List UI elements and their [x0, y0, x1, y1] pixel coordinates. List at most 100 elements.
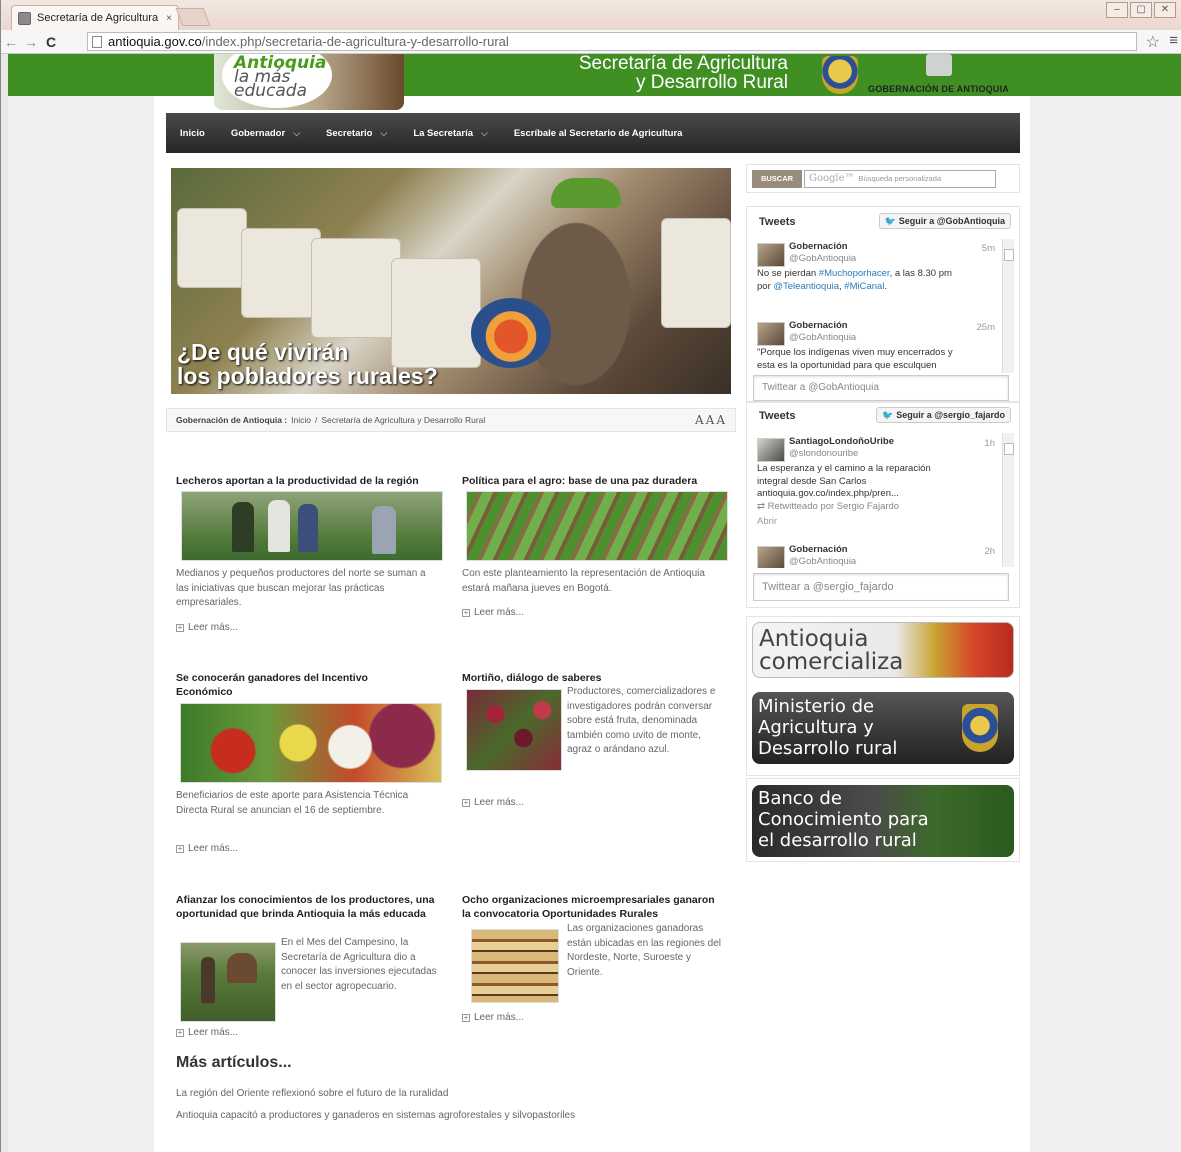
tweet-item[interactable]: Gobernación @GobAntioquia 5m No se pierd… [757, 241, 995, 311]
article-image[interactable] [466, 491, 728, 561]
article-image[interactable] [471, 929, 559, 1003]
logo-text: Antioquia la más educada [234, 55, 326, 101]
hero-caption: ¿De qué vivirán los pobladores rurales? [177, 340, 438, 388]
tweet-link[interactable]: antioquia.gov.co/index.php/pren... [757, 488, 995, 501]
reload-button[interactable]: C [41, 34, 61, 50]
tweet-compose-field[interactable]: Twittear a @GobAntioquia [753, 375, 1009, 401]
antioquia-logo[interactable]: Antioquia la más educada [214, 54, 404, 110]
article-title[interactable]: Se conocerán ganadores del Incentivo Eco… [176, 671, 406, 699]
expand-icon: + [462, 1012, 470, 1022]
address-bar[interactable]: antioquia.gov.co /index.php/secretaria-d… [87, 32, 1137, 51]
tweet-author[interactable]: Gobernación [789, 320, 848, 333]
read-more-link[interactable]: + Leer más... [176, 1027, 238, 1038]
banner-text: Antioquia comercializa [759, 628, 903, 674]
forward-button[interactable]: → [21, 34, 41, 50]
nav-item-inicio[interactable]: Inicio [180, 128, 205, 139]
site-header: Antioquia la más educada Secretaría de A… [208, 54, 1028, 110]
tweet-item[interactable]: SantiagoLondoñoUribe @slondonouribe 1h L… [757, 436, 995, 536]
nav-label: Escríbale al Secretario de Agricultura [513, 127, 683, 139]
banner-line: Conocimiento para [758, 809, 929, 830]
tweet-compose-field[interactable]: Twittear a @sergio_fajardo [753, 573, 1009, 601]
banco-conocimiento-banner[interactable]: Banco de Conocimiento para el desarrollo… [752, 785, 1014, 857]
nav-item-la-secretaria[interactable]: La Secretaría ⌵ [413, 128, 488, 139]
nav-item-secretario[interactable]: Secretario ⌵ [326, 128, 387, 139]
search-input[interactable]: Google™ Búsqueda personalizada [804, 170, 996, 188]
tweet-item[interactable]: Gobernación @GobAntioquia 25m "Porque lo… [757, 320, 995, 372]
tweet-handle[interactable]: @GobAntioquia [789, 253, 856, 266]
mention-link[interactable]: @Teleantioquia [773, 281, 839, 292]
follow-button[interactable]: 🐦 Seguir a @sergio_fajardo [875, 407, 1011, 423]
tweet-handle[interactable]: @slondonouribe [789, 448, 858, 461]
nav-item-gobernador[interactable]: Gobernador ⌵ [231, 128, 300, 139]
close-window-button[interactable]: ✕ [1154, 2, 1176, 18]
open-tweet-link[interactable]: Abrir [757, 516, 995, 529]
article-image[interactable] [180, 942, 276, 1022]
tweet-text: esta es la oportunidad para que esculque… [757, 359, 937, 371]
tweet-author[interactable]: SantiagoLondoñoUribe [789, 436, 894, 449]
article-title[interactable]: Mortiño, diálogo de saberes [462, 671, 732, 685]
article-image[interactable] [181, 491, 443, 561]
tweet-scrollbar[interactable] [1002, 239, 1014, 373]
tweet-time[interactable]: 25m [977, 322, 995, 335]
read-more-link[interactable]: + Leer más... [176, 843, 238, 854]
ministerio-agricultura-banner[interactable]: Ministerio de Agricultura y Desarrollo r… [752, 692, 1014, 764]
tweet-handle[interactable]: @GobAntioquia [789, 556, 856, 568]
follow-button[interactable]: 🐦 Seguir a @GobAntioquia [878, 213, 1011, 229]
new-tab-button[interactable] [175, 8, 211, 26]
chevron-down-icon: ⌵ [380, 127, 388, 138]
text-size-control[interactable]: AAA [695, 413, 727, 427]
article-image[interactable] [180, 703, 442, 783]
tweet-time[interactable]: 1h [984, 438, 995, 451]
tweet-time[interactable]: 2h [984, 546, 995, 559]
tweet-author[interactable]: Gobernación [789, 241, 848, 254]
article-title[interactable]: Afianzar los conocimientos de los produc… [176, 893, 438, 921]
tweet-handle[interactable]: @GobAntioquia [789, 332, 856, 345]
scrollbar-thumb[interactable] [1004, 443, 1014, 455]
nav-item-escribale[interactable]: Escríbale al Secretario de Agricultura [514, 128, 683, 139]
twitter-widget-gobantioquia: Tweets 🐦 Seguir a @GobAntioquia Gobernaci… [746, 206, 1020, 402]
article-summary: Productores, comercializadores e investi… [567, 686, 716, 755]
follow-label: Seguir a @sergio_fajardo [896, 410, 1005, 420]
bookmark-star-icon[interactable]: ☆ [1146, 32, 1160, 52]
hashtag-link[interactable]: #MiCanal [844, 281, 884, 292]
article-title[interactable]: Lecheros aportan a la productividad de l… [176, 474, 446, 488]
avatar[interactable] [757, 322, 785, 346]
tweet-scrollbar[interactable] [1002, 433, 1014, 567]
article-summary: En el Mes del Campesino, la Secretaría d… [281, 937, 437, 992]
hero-banner[interactable]: ¿De qué vivirán los pobladores rurales? [171, 168, 731, 394]
avatar[interactable] [757, 438, 785, 462]
expand-icon: + [176, 622, 184, 632]
more-article-link[interactable]: La región del Oriente reflexionó sobre e… [176, 1088, 448, 1099]
tweet-item[interactable]: Gobernación @GobAntioquia 2h [757, 544, 995, 568]
article-title[interactable]: Ocho organizaciones microempresariales g… [462, 893, 724, 921]
read-more-link[interactable]: + Leer más... [176, 622, 238, 633]
browser-window: Secretaría de Agricultura × – ▢ ✕ ← → C … [0, 0, 1181, 1152]
hashtag-link[interactable]: #Muchoporhacer [819, 268, 890, 279]
gobernacion-label[interactable]: GOBERNACIÓN DE ANTIOQUIA [868, 84, 1009, 94]
more-article-link[interactable]: Antioquia capacitó a productores y ganad… [176, 1110, 575, 1121]
logo-line-3: educada [234, 81, 307, 101]
browser-tab[interactable]: Secretaría de Agricultura × [11, 5, 179, 30]
avatar[interactable] [757, 243, 785, 267]
breadcrumb-home[interactable]: Inicio [291, 415, 311, 425]
scrollbar-thumb[interactable] [1004, 249, 1014, 261]
twitter-widget-sergio-fajardo: Tweets 🐦 Seguir a @sergio_fajardo Santiag… [746, 402, 1020, 608]
search-button[interactable]: BUSCAR [752, 170, 802, 188]
tweet-time[interactable]: 5m [982, 243, 995, 256]
read-more-link[interactable]: + Leer más... [462, 797, 524, 808]
maximize-button[interactable]: ▢ [1130, 2, 1152, 18]
browser-menu-icon[interactable]: ≡ [1169, 32, 1178, 49]
article-title[interactable]: Política para el agro: base de una paz d… [462, 474, 732, 488]
read-more-link[interactable]: + Leer más... [462, 1012, 524, 1023]
back-button[interactable]: ← [1, 34, 21, 50]
person-figure [232, 502, 254, 552]
expand-icon: + [462, 797, 470, 807]
antioquia-comercializa-banner[interactable]: Antioquia comercializa [752, 622, 1014, 678]
article-image[interactable] [466, 689, 562, 771]
favicon-icon [18, 11, 31, 25]
tweet-author[interactable]: Gobernación [789, 544, 848, 557]
read-more-link[interactable]: + Leer más... [462, 607, 524, 618]
minimize-button[interactable]: – [1106, 2, 1128, 18]
avatar[interactable] [757, 546, 785, 568]
tab-close-icon[interactable]: × [166, 13, 172, 24]
